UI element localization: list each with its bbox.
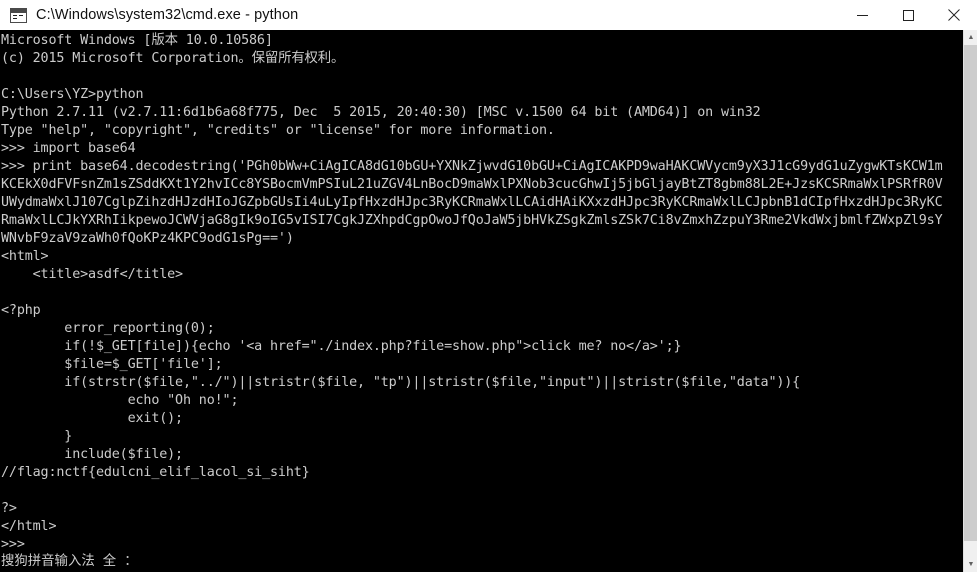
scroll-up-arrow-icon[interactable]: ▲ bbox=[964, 30, 977, 45]
scroll-down-arrow-icon[interactable]: ▼ bbox=[964, 557, 977, 572]
scrollbar-thumb[interactable] bbox=[964, 45, 977, 541]
title-bar[interactable]: C:\Windows\system32\cmd.exe - python bbox=[0, 0, 977, 30]
cmd-console-window: C:\Windows\system32\cmd.exe - python Mic… bbox=[0, 0, 977, 572]
console-scrollbar[interactable]: ▲ ▼ bbox=[963, 30, 977, 572]
console-text: Microsoft Windows [版本 10.0.10586] (c) 20… bbox=[1, 33, 943, 552]
minimize-button[interactable] bbox=[839, 0, 885, 30]
window-title: C:\Windows\system32\cmd.exe - python bbox=[36, 7, 299, 23]
console-output-area[interactable]: Microsoft Windows [版本 10.0.10586] (c) 20… bbox=[0, 30, 977, 572]
window-controls bbox=[839, 0, 977, 30]
maximize-button[interactable] bbox=[885, 0, 931, 30]
cmd-console-icon bbox=[10, 7, 27, 23]
close-button[interactable] bbox=[931, 0, 977, 30]
ime-status-bar: 搜狗拼音输入法 全 ： bbox=[1, 554, 138, 569]
